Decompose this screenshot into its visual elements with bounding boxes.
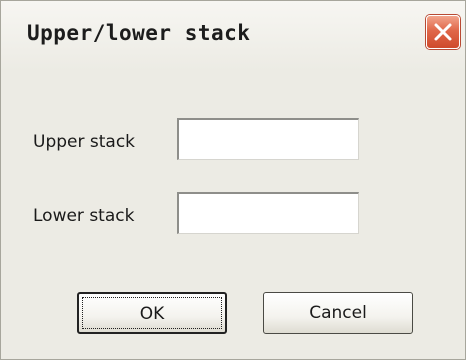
upper-lower-stack-dialog: Upper/lower stack Upper stack Lower stac… [0,0,466,360]
title-bar[interactable]: Upper/lower stack [1,1,465,71]
lower-stack-label: Lower stack [33,206,135,226]
close-button[interactable] [426,15,460,49]
cancel-button[interactable]: Cancel [263,292,413,334]
ok-button[interactable]: OK [77,292,227,334]
lower-stack-input[interactable] [177,192,359,234]
cancel-button-label: Cancel [309,303,367,323]
upper-stack-label: Upper stack [33,132,136,152]
dialog-title: Upper/lower stack [27,21,251,45]
upper-stack-input[interactable] [177,118,359,160]
ok-button-label: OK [139,304,165,324]
